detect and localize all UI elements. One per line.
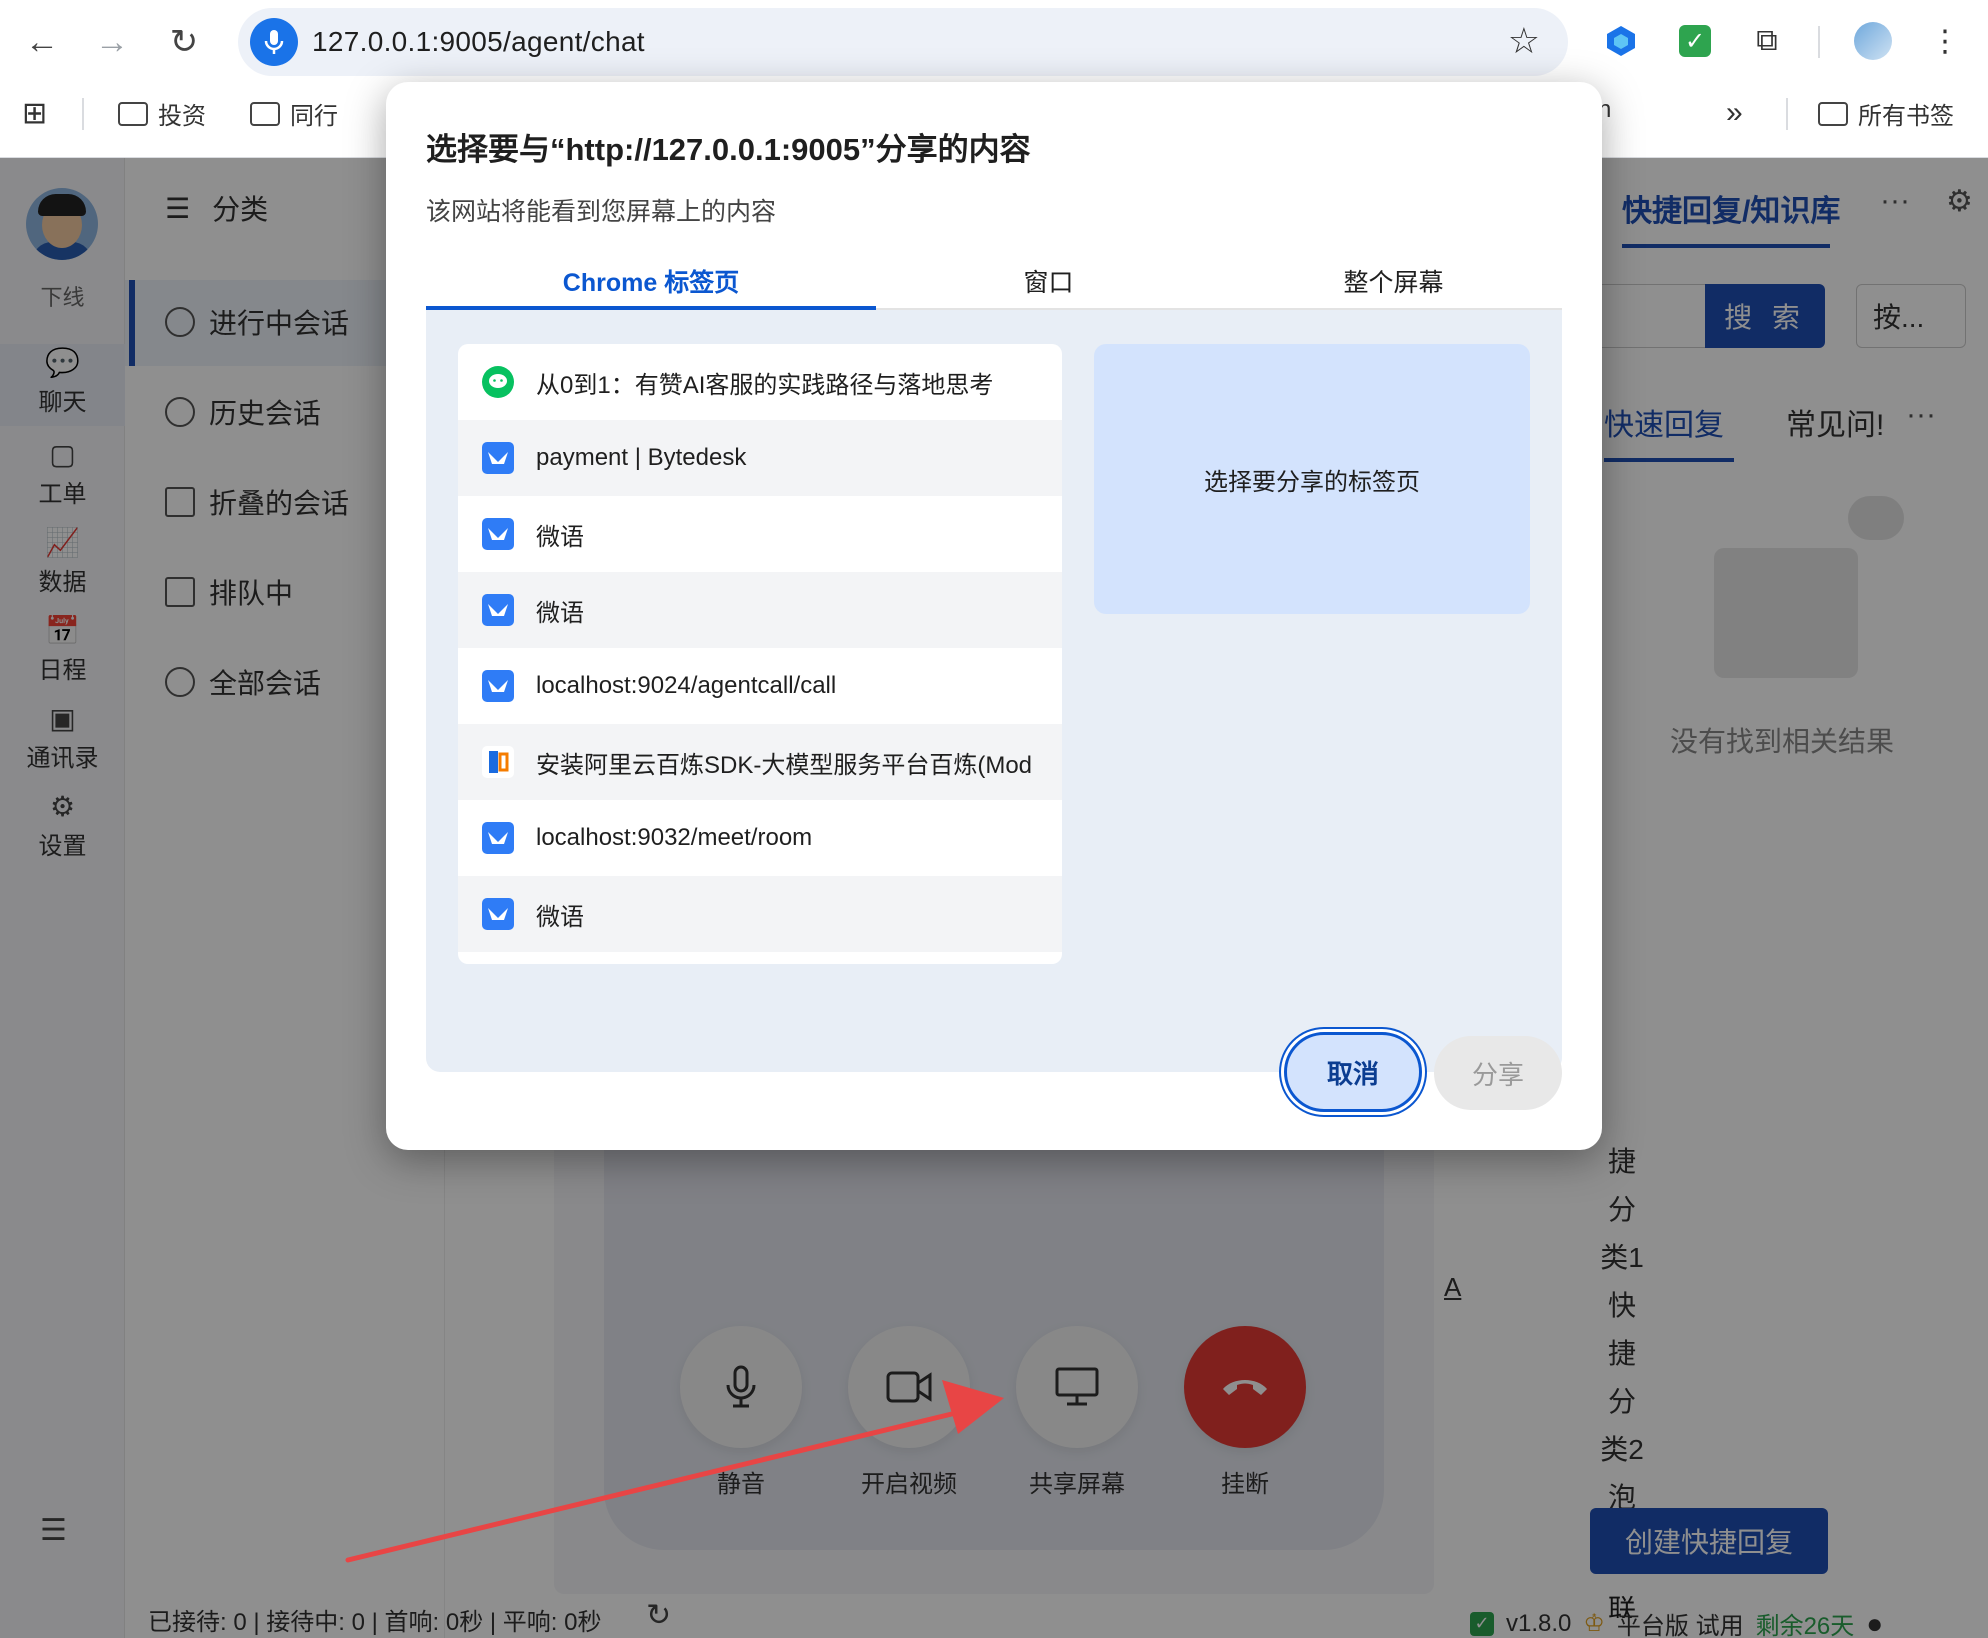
forward-icon[interactable]: → xyxy=(88,18,136,66)
share-button: 分享 xyxy=(1434,1036,1562,1110)
address-bar[interactable]: 127.0.0.1:9005/agent/chat ☆ xyxy=(238,8,1568,76)
folder-icon xyxy=(118,101,148,126)
tab-entire-screen[interactable]: 整个屏幕 xyxy=(1221,252,1566,310)
all-bookmarks[interactable]: 所有书签 xyxy=(1818,96,1954,131)
tab-option[interactable]: localhost:9032/meet/room xyxy=(458,800,1062,876)
weiyu-icon xyxy=(482,442,514,474)
weiyu-icon xyxy=(482,670,514,702)
weiyu-icon xyxy=(482,822,514,854)
screen-share-dialog: 选择要与“http://127.0.0.1:9005”分享的内容 该网站将能看到… xyxy=(386,82,1602,1150)
tab-option-title: 微语 xyxy=(536,599,584,627)
weiyu-icon xyxy=(482,898,514,930)
tab-option[interactable]: payment | Bytedesk xyxy=(458,420,1062,496)
dialog-title: 选择要与“http://127.0.0.1:9005”分享的内容 xyxy=(426,132,1031,167)
wechat-icon xyxy=(482,366,514,398)
bookmark-label: 投资 xyxy=(158,103,206,130)
tab-option-title: 微语 xyxy=(536,903,584,931)
tab-option-title: localhost:9032/meet/room xyxy=(536,824,813,851)
tab-option-title: 从0到1：有赞AI客服的实践路径与落地思考 xyxy=(536,371,994,399)
share-source-tabs: Chrome 标签页 窗口 整个屏幕 xyxy=(426,252,1562,310)
toolbar-divider xyxy=(1818,26,1820,58)
overflow-glyph: » xyxy=(1726,96,1743,129)
bookmarks-divider xyxy=(1786,98,1788,130)
browser-menu-icon[interactable]: ⋮ xyxy=(1924,20,1966,62)
extension-check-icon[interactable]: ✓ xyxy=(1674,20,1716,62)
apps-grid-icon[interactable]: ⊞ xyxy=(22,96,47,131)
extensions-puzzle-icon[interactable]: ⧉ xyxy=(1746,20,1788,62)
tab-option[interactable]: 从0到1：有赞AI客服的实践路径与落地思考 xyxy=(458,344,1062,420)
bookmark-star-icon[interactable]: ☆ xyxy=(1508,20,1540,62)
folder-icon xyxy=(1818,101,1848,126)
tab-option[interactable]: 微语 xyxy=(458,876,1062,952)
chrome-tab-list: 从0到1：有赞AI客服的实践路径与落地思考 payment | Bytedesk… xyxy=(458,344,1062,964)
bookmarks-overflow-icon[interactable]: » xyxy=(1726,96,1743,130)
microphone-active-icon[interactable] xyxy=(250,18,298,66)
tab-option[interactable]: 微语 xyxy=(458,496,1062,572)
bookmark-folder-peers[interactable]: 同行 xyxy=(250,96,338,131)
extension-blue-icon[interactable] xyxy=(1600,20,1642,62)
tab-window[interactable]: 窗口 xyxy=(876,252,1221,310)
back-icon[interactable]: ← xyxy=(18,18,66,66)
tab-option[interactable]: 安装阿里云百炼SDK-大模型服务平台百炼(Mod xyxy=(458,724,1062,800)
bookmarks-divider xyxy=(82,98,84,130)
tab-option-title: 安装阿里云百炼SDK-大模型服务平台百炼(Mod xyxy=(536,751,1033,779)
bookmark-label: 同行 xyxy=(290,103,338,130)
reload-icon[interactable]: ↻ xyxy=(160,18,208,66)
tab-option[interactable]: localhost:9024/agentcall/call xyxy=(458,648,1062,724)
aliyun-icon xyxy=(482,746,514,778)
weiyu-icon xyxy=(482,518,514,550)
dialog-subtitle: 该网站将能看到您屏幕上的内容 xyxy=(426,198,777,226)
tab-preview: 选择要分享的标签页 xyxy=(1094,344,1530,614)
tab-option-title: 微语 xyxy=(536,523,584,551)
bookmark-folder-invest[interactable]: 投资 xyxy=(118,96,206,131)
all-bookmarks-label: 所有书签 xyxy=(1858,103,1954,130)
weiyu-icon xyxy=(482,594,514,626)
url-text[interactable]: 127.0.0.1:9005/agent/chat xyxy=(312,26,645,58)
folder-icon xyxy=(250,101,280,126)
tab-picker-area: 从0到1：有赞AI客服的实践路径与落地思考 payment | Bytedesk… xyxy=(426,310,1562,1072)
cancel-button[interactable]: 取消 xyxy=(1284,1032,1422,1112)
tab-option[interactable]: 微语 xyxy=(458,572,1062,648)
tab-option-title: localhost:9024/agentcall/call xyxy=(536,672,837,699)
tab-chrome-tabs[interactable]: Chrome 标签页 xyxy=(426,252,876,310)
profile-avatar[interactable] xyxy=(1852,20,1894,62)
tab-option-title: payment | Bytedesk xyxy=(536,444,747,471)
